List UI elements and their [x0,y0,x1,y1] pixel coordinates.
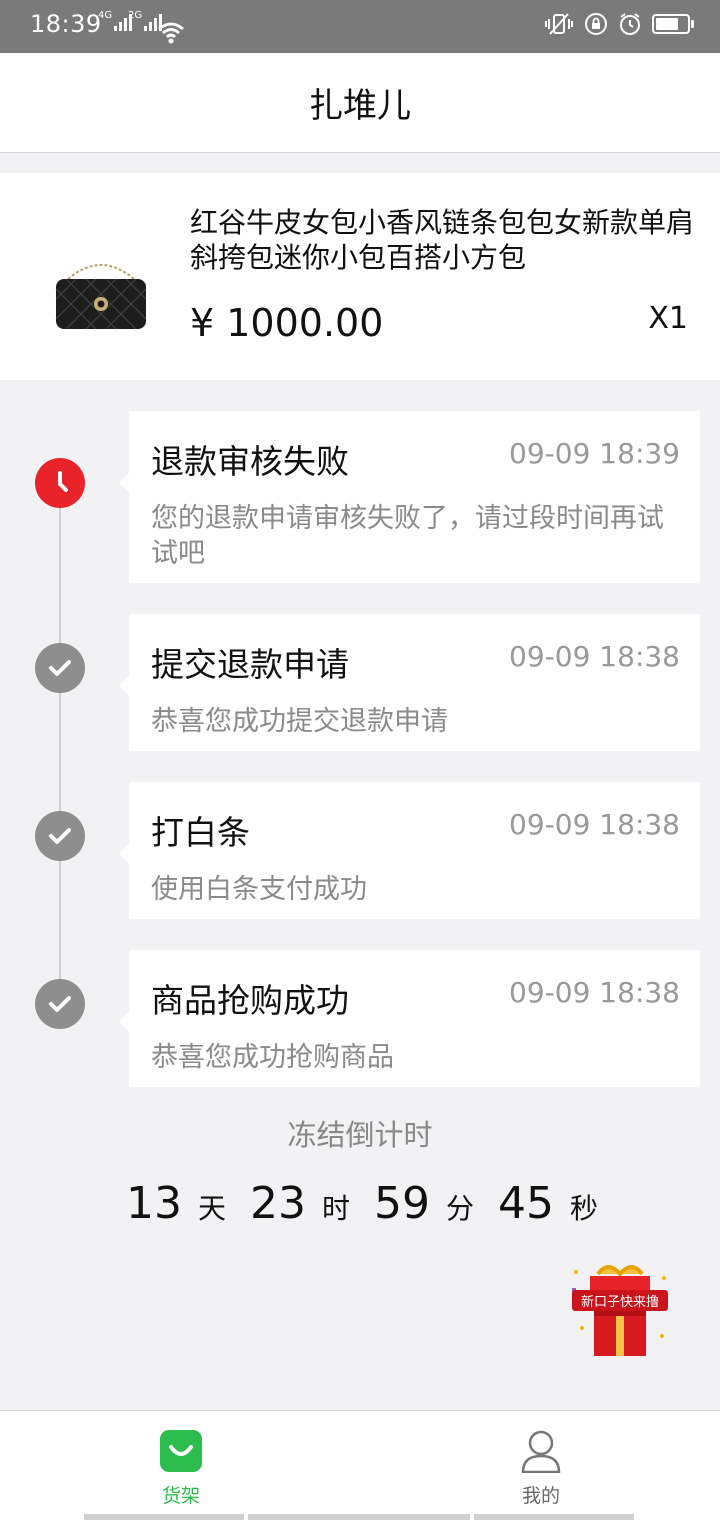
shopping-bag-icon [160,1430,202,1472]
sim2-network-label: 2G [128,10,143,21]
nav-label-mine: 我的 [521,1485,560,1507]
timeline-line [59,482,61,1002]
page-title: 扎堆儿 [309,86,411,126]
timeline-card-refund-failed: 退款审核失败 09-09 18:39 您的退款申请审核失败了，请过段时间再试试吧 [119,411,700,583]
check-icon [49,828,71,844]
countdown-minutes-unit: 分 [446,1192,475,1225]
product-card[interactable]: 红谷牛皮女包小香风链条包包女新款单肩斜挎包迷你小包百搭小方包 ¥ 1000.00… [0,173,720,380]
gift-promo-button[interactable]: 新口子快来撸 [568,1258,672,1362]
product-thumbnail [55,264,147,330]
countdown-days: 13 [125,1178,182,1229]
countdown-minutes: 59 [374,1178,430,1229]
countdown-seconds-unit: 秒 [570,1192,599,1225]
alarm-icon [620,13,640,35]
timeline-desc: 恭喜您成功提交退款申请 [151,706,448,737]
product-price: ¥ 1000.00 [190,301,384,345]
check-icon [49,660,71,676]
timeline-time: 09-09 18:39 [509,437,680,470]
battery-icon [652,14,694,34]
status-bar: 18:39 4G 2G [0,0,720,53]
countdown-days-unit: 天 [197,1192,226,1225]
sim1-signal-icon: 4G [98,10,133,31]
product-quantity: X1 [648,301,688,336]
timeline-title: 提交退款申请 [151,645,349,684]
nav-item-shelf[interactable]: 货架 [131,1429,231,1508]
countdown-hours-unit: 时 [321,1192,350,1225]
timeline-card-baitiao: 打白条 09-09 18:38 使用白条支付成功 [119,782,700,919]
sim1-network-label: 4G [98,10,113,21]
timeline-desc: 使用白条支付成功 [151,874,367,905]
timeline-time: 09-09 18:38 [509,976,680,1009]
app-header: 扎堆儿 [0,53,720,153]
countdown-seconds: 45 [498,1178,555,1229]
nav-item-mine[interactable]: 我的 [491,1429,591,1508]
timeline-node-done [35,643,85,693]
timeline-time: 09-09 18:38 [509,640,680,673]
timeline-card-refund-submitted: 提交退款申请 09-09 18:38 恭喜您成功提交退款申请 [119,614,700,751]
clock-icon [58,471,68,492]
check-icon [49,996,71,1012]
timeline-node-done [35,979,85,1029]
timeline-time: 09-09 18:38 [509,808,680,841]
bottom-navigation: 货架 我的 [0,1410,720,1521]
timeline-desc: 恭喜您成功抢购商品 [151,1042,394,1073]
countdown-timer: 13 天 23 时 59 分 45 秒 [0,1178,720,1229]
user-icon [521,1430,561,1474]
rotation-lock-icon [585,13,607,35]
timeline-card-purchase-success: 商品抢购成功 09-09 18:38 恭喜您成功抢购商品 [119,950,700,1087]
status-time: 18:39 [30,10,102,38]
wifi-icon [158,22,184,44]
timeline-title: 退款审核失败 [151,442,349,481]
timeline-title: 打白条 [151,813,250,852]
gift-promo-label: 新口子快来撸 [572,1290,668,1311]
gesture-bar [84,1514,634,1520]
product-name: 红谷牛皮女包小香风链条包包女新款单肩斜挎包迷你小包百搭小方包 [190,206,695,274]
timeline-desc: 您的退款申请审核失败了，请过段时间再试试吧 [151,503,664,569]
timeline-title: 商品抢购成功 [151,981,349,1020]
timeline-node-done [35,811,85,861]
nav-label-shelf: 货架 [161,1485,200,1507]
timeline-node-failed [35,458,85,508]
countdown-hours: 23 [249,1178,306,1229]
countdown-label: 冻结倒计时 [287,1118,433,1152]
vibrate-icon [545,13,573,35]
status-right-icons [544,12,694,36]
